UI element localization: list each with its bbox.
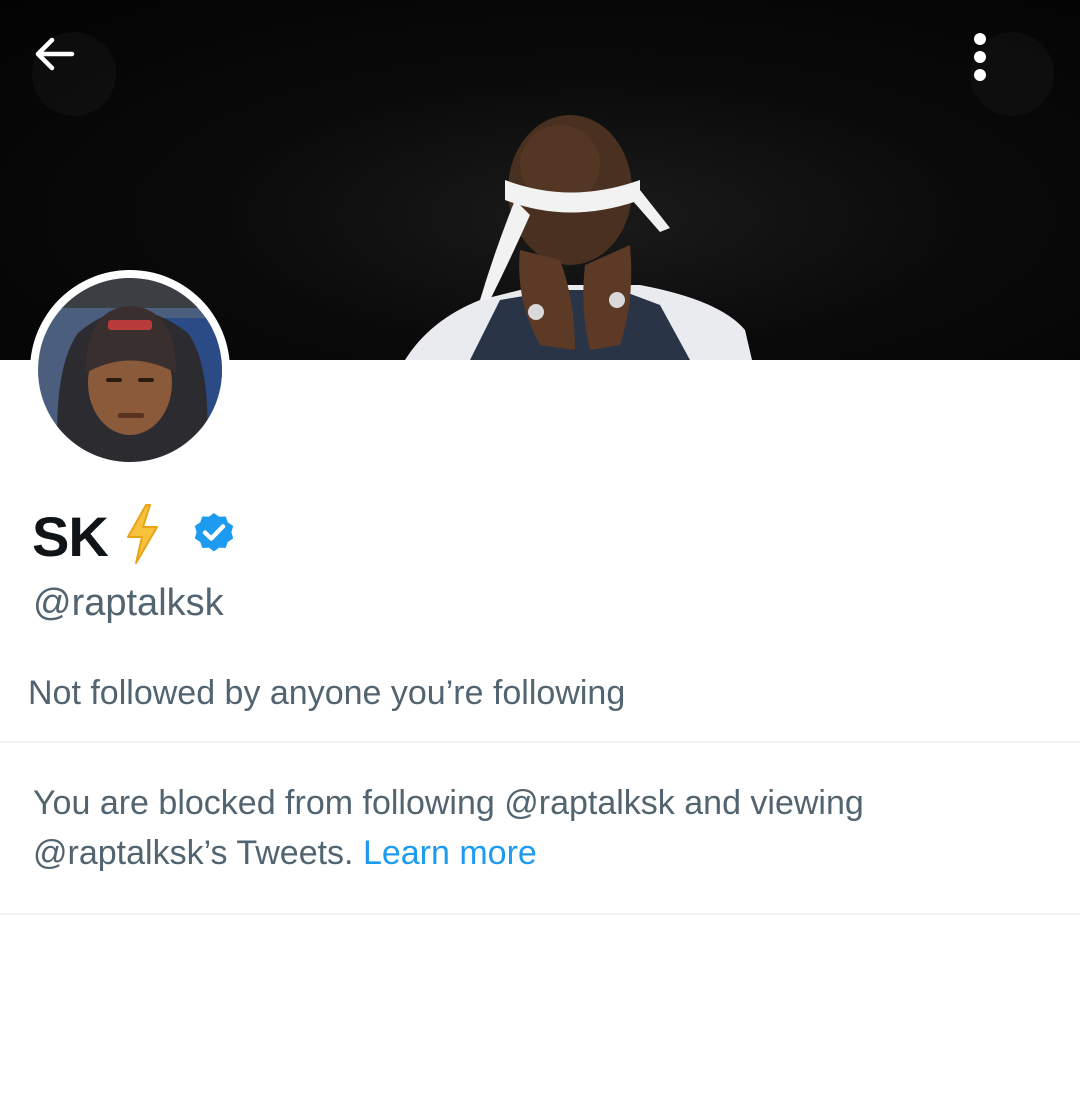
arrow-left-icon — [35, 37, 75, 71]
profile-name-row: SK — [32, 498, 238, 574]
blocked-notice: You are blocked from following @raptalks… — [33, 778, 1043, 878]
blocked-notice-line-1: You are blocked from following @raptalks… — [33, 784, 864, 822]
profile-handle: @raptalksk — [33, 582, 224, 624]
back-button[interactable] — [32, 32, 116, 116]
lightning-bolt-icon — [124, 503, 160, 570]
avatar-image — [38, 278, 222, 462]
divider — [0, 913, 1080, 915]
learn-more-link[interactable]: Learn more — [363, 834, 537, 872]
followed-by-text: Not followed by anyone you’re following — [28, 674, 626, 712]
display-name: SK — [32, 504, 109, 568]
more-vertical-icon — [974, 33, 986, 81]
divider — [0, 741, 1080, 743]
more-options-button[interactable] — [970, 32, 1054, 116]
avatar[interactable] — [30, 270, 230, 470]
blocked-notice-line-2: @raptalksk’s Tweets. — [33, 834, 354, 872]
verified-badge-icon[interactable] — [190, 510, 238, 563]
